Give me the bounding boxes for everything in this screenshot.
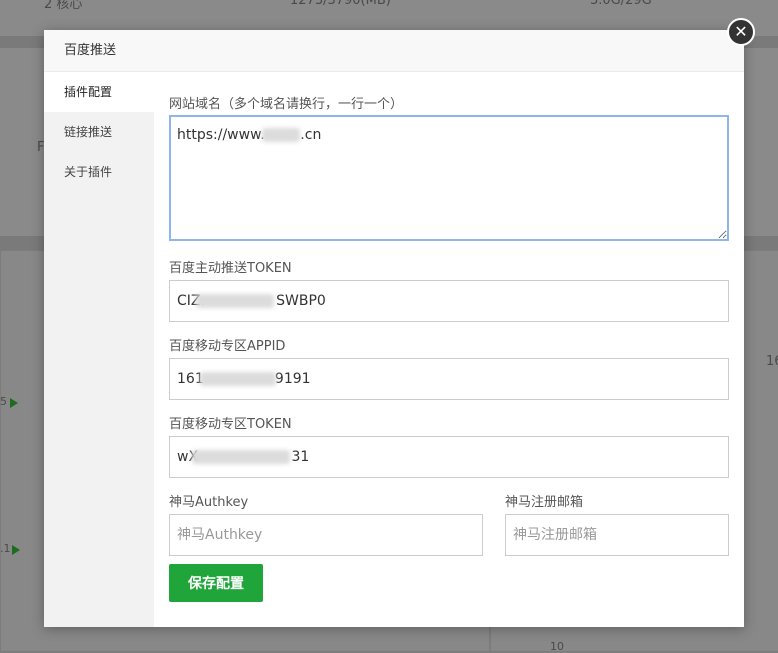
sidebar-item-label: 链接推送 (64, 125, 113, 139)
token-label: 百度主动推送TOKEN (169, 261, 292, 276)
sidebar-item-about-plugin[interactable]: 关于插件 (44, 152, 154, 192)
authkey-label: 神马Authkey (169, 495, 249, 510)
bg-marker-a: 5 (0, 395, 7, 408)
close-icon[interactable]: ✕ (727, 18, 755, 46)
sidebar-item-plugin-config[interactable]: 插件配置 (44, 72, 154, 112)
redaction-mask (262, 128, 300, 142)
save-config-button[interactable]: 保存配置 (169, 564, 263, 602)
bg-bottom-num: 10 (550, 640, 564, 653)
bg-marker-a-icon (10, 398, 18, 408)
appid-label: 百度移动专区APPID (169, 339, 286, 354)
sidebar-item-link-push[interactable]: 链接推送 (44, 112, 154, 152)
bg-right-num: 16 (766, 354, 778, 369)
bg-marker-b: .1 (0, 542, 11, 555)
bg-memory-text: 1273/3790(MB) (290, 0, 391, 8)
mobile-token-label: 百度移动专区TOKEN (169, 417, 292, 432)
email-label: 神马注册邮箱 (505, 495, 584, 510)
redaction-mask (196, 294, 274, 308)
domain-textarea[interactable]: https://www. .cn (169, 115, 729, 241)
bg-disk-text: 3.0G/29G (590, 0, 652, 8)
domain-label: 网站域名（多个域名请换行，一行一个） (169, 97, 404, 112)
dialog-sidebar: 插件配置 链接推送 关于插件 (44, 72, 154, 627)
dialog-header: 百度推送 (44, 30, 744, 72)
email-input[interactable] (505, 514, 729, 556)
bg-cores-text: 2 核心 (44, 0, 83, 12)
config-form: 网站域名（多个域名请换行，一行一个） https://www. .cn 百度主动… (154, 72, 744, 627)
redaction-mask (200, 372, 276, 386)
sidebar-item-label: 插件配置 (64, 85, 113, 99)
authkey-input[interactable] (169, 514, 483, 556)
dialog-title: 百度推送 (64, 43, 117, 58)
sidebar-item-label: 关于插件 (64, 165, 113, 179)
baidu-push-dialog: 百度推送 插件配置 链接推送 关于插件 网站域名（多个域名请换行，一行一个） h… (44, 30, 744, 627)
bg-marker-b-icon (12, 545, 20, 555)
redaction-mask (192, 450, 290, 464)
